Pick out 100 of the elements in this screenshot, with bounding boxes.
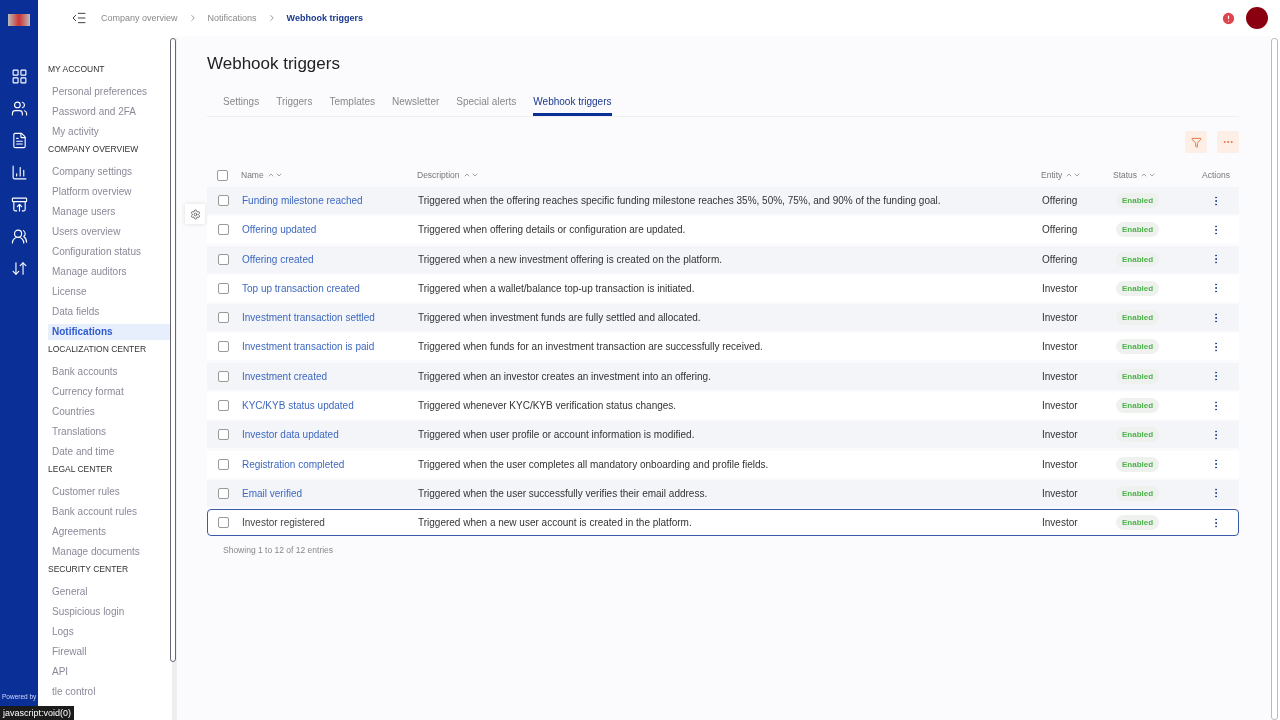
entity-cell-text: Investor [1042,312,1079,324]
table-row[interactable]: Investment transaction settled Triggered when investment funds are fully settled and allocated. Investor Enabled [207,304,1239,332]
row-checkbox[interactable] [218,487,229,499]
name-link[interactable]: Email verified [242,487,418,499]
tab[interactable]: Special alerts [456,96,517,116]
status-badge: Enabled [1116,515,1160,531]
name-link[interactable]: Investor registered [242,517,418,529]
name-link[interactable]: KYC/KYB status updated [242,400,418,412]
tab[interactable]: Webhook triggers [533,96,612,116]
sidebar-item[interactable]: API [48,664,172,680]
row-checkbox[interactable] [218,400,229,412]
sidebar-item[interactable]: Users overview [48,224,172,240]
status-badge: Enabled [1116,193,1160,208]
name-link[interactable]: Registration completed [242,458,418,470]
table-row[interactable]: Investor registered Triggered when a new user account is created in the platform. Investor Enabled [207,509,1239,537]
description-cell-text: Triggered when a wallet/balance top-up transaction is initiated. [418,282,696,294]
status-badge: Enabled [1116,251,1160,267]
row-checkbox[interactable] [218,341,229,353]
alert-icon[interactable] [1221,10,1236,26]
table-row[interactable]: Registration completed Triggered when the user completes all mandatory onboarding and profile fields. Investor Enabled [207,450,1239,478]
name-link[interactable]: Offering created [242,253,418,265]
table-row[interactable]: Investment transaction is paid Triggered when funds for an investment transaction are successfully received. Investor Enabled [207,333,1239,361]
scrollbar[interactable] [170,38,176,662]
column-header: Name [241,170,264,180]
row-checkbox[interactable] [218,370,229,382]
name-link[interactable]: Investor data updated [242,429,418,441]
table-row[interactable]: Top up transaction created Triggered when a wallet/balance top-up transaction is initiated. Investor Enabled [207,274,1239,302]
sidebar-item[interactable]: Manage auditors [48,264,172,280]
sidebar-item[interactable]: Currency format [48,384,172,400]
row-checkbox[interactable] [218,429,229,441]
breadcrumb-link[interactable]: Notifications [207,13,257,23]
sidebar-item[interactable]: Translations [48,424,172,440]
sidebar-item[interactable]: General [48,584,172,600]
select-all-checkbox[interactable] [217,169,228,181]
filter-button[interactable] [1185,131,1207,153]
sort-icon[interactable] [1065,171,1082,179]
sidebar-item[interactable]: Bank account rules [48,504,172,520]
entity-cell-text: Offering [1042,253,1079,265]
name-link[interactable]: Funding milestone reached [242,195,418,206]
settings-button[interactable] [185,204,205,224]
name-link[interactable]: Investment created [242,370,418,382]
table-row[interactable]: Email verified Triggered when the user successfully verifies their email address. Investor Enabled [207,479,1239,507]
row-checkbox[interactable] [218,517,229,529]
sidebar-item[interactable]: Personal preferences [48,84,172,100]
description-cell-text: Triggered when an investor creates an investment into an offering. [418,370,712,382]
sidebar-item[interactable]: Agreements [48,524,172,540]
menu-icon[interactable] [71,10,87,26]
sidebar-item[interactable]: License [48,284,172,300]
table-row[interactable]: Offering updated Triggered when offering details or configuration are updated. Offering Enabled [207,216,1239,244]
name-link[interactable]: Investment transaction settled [242,312,418,324]
tab[interactable]: Newsletter [392,96,440,116]
sidebar-item[interactable]: Data fields [48,304,172,320]
sort-icon[interactable] [462,171,479,179]
entity-cell-text: Offering [1042,224,1079,236]
row-checkbox[interactable] [218,195,229,206]
table-row[interactable]: Investment created Triggered when an investor creates an investment into an offering. Investor Enabled [207,362,1239,390]
breadcrumb-link[interactable]: Company overview [101,13,178,23]
sidebar-item[interactable]: Firewall [48,644,172,660]
sidebar-item[interactable]: Platform overview [48,184,172,200]
tab[interactable]: Templates [329,96,376,116]
sidebar-item[interactable]: My activity [48,124,172,140]
table-row[interactable]: Investor data updated Triggered when user profile or account information is modified. Investor Enabled [207,421,1239,449]
section-title: MY ACCOUNT [48,64,106,76]
section-title: SECURITY CENTER [48,564,130,576]
row-checkbox[interactable] [218,458,229,470]
sidebar-item[interactable]: Configuration status [48,244,172,260]
breadcrumb-link[interactable]: Webhook triggers [286,13,363,23]
sidebar-item[interactable]: Manage documents [48,544,172,560]
logo[interactable] [8,14,30,26]
sidebar-item[interactable]: Company settings [48,164,172,180]
table-row[interactable]: KYC/KYB status updated Triggered whenever KYC/KYB verification status changes. Investor Enabled [207,392,1239,420]
tab[interactable]: Settings [223,96,260,116]
table-row[interactable]: Funding milestone reached Triggered when the offering reaches specific funding milestone reaches 35%, 50%, 75%, and 90% of the funding goal. Offering Enabled [207,187,1239,214]
sidebar-item[interactable]: Date and time [48,444,172,460]
tab[interactable]: Triggers [276,96,313,116]
sidebar-item[interactable]: Customer rules [48,484,172,500]
sidebar-item[interactable]: Suspicious login [48,604,172,620]
name-link[interactable]: Offering updated [242,224,418,236]
sidebar-item[interactable]: Countries [48,404,172,420]
row-checkbox[interactable] [218,253,229,265]
avatar[interactable] [1246,7,1268,29]
description-cell-text: Triggered when user profile or account information is modified. [418,429,696,441]
sidebar-item[interactable]: Logs [48,624,172,640]
sidebar-item[interactable]: Password and 2FA [48,104,172,120]
description-cell-text: Triggered whenever KYC/KYB verification status changes. [418,400,678,412]
sort-icon[interactable] [266,171,283,179]
table-row[interactable]: Offering created Triggered when a new investment offering is created on the platform. Offering Enabled [207,245,1239,273]
sidebar-item[interactable]: Bank accounts [48,364,172,380]
page-scrollbar[interactable] [1271,38,1278,720]
status-badge: Enabled [1116,339,1160,355]
row-checkbox[interactable] [218,282,229,294]
name-link[interactable]: Investment transaction is paid [242,341,418,353]
sidebar-item[interactable]: tle control [48,684,172,700]
sidebar-item[interactable]: Manage users [48,204,172,220]
column-header: Entity [1041,170,1063,180]
name-link[interactable]: Top up transaction created [242,282,418,294]
sidebar-item[interactable]: Notifications [48,324,172,340]
row-checkbox[interactable] [218,224,229,236]
row-checkbox[interactable] [218,312,229,324]
sort-icon[interactable] [1140,171,1157,179]
